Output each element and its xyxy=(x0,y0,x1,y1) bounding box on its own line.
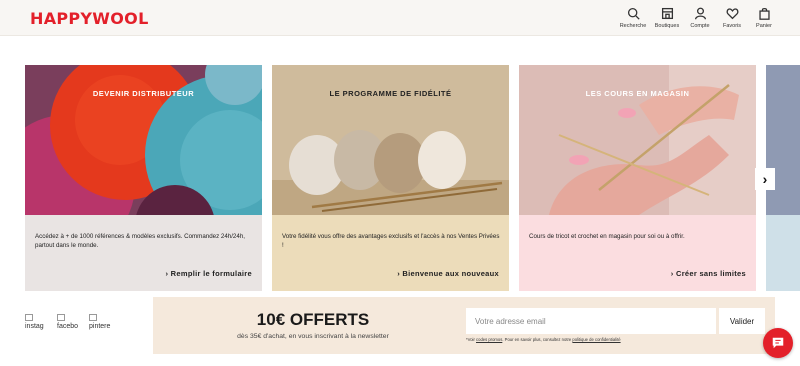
card-description: Cours de tricot et crochet en magasin po… xyxy=(529,233,685,240)
broken-image-icon xyxy=(57,314,65,321)
site-header: HAPPYWOOL Recherche Boutiques Compte Fav… xyxy=(0,0,800,36)
carousel-next-button[interactable]: › xyxy=(755,168,775,190)
card-distributor[interactable]: DEVENIR DISTRIBUTEUR Accédez à + de 1000… xyxy=(25,65,262,291)
facebook-link[interactable]: facebo xyxy=(57,314,81,331)
nav-stores[interactable]: Boutiques xyxy=(650,7,684,29)
social-alt-text: pintere xyxy=(89,323,111,330)
classes-image: LES COURS EN MAGASIN xyxy=(519,65,756,215)
card-body: Votre fidélité vous offre des avantages … xyxy=(272,215,509,291)
card-body: Accédez à + de 1000 références & modèles… xyxy=(25,215,262,291)
nav-favorites[interactable]: Favoris xyxy=(716,7,748,29)
pinterest-link[interactable]: pintere xyxy=(89,314,113,331)
card-loyalty[interactable]: LE PROGRAMME DE FIDÉLITÉ Votre fidélité … xyxy=(272,65,509,291)
card-cta-link[interactable]: › Créer sans limites xyxy=(671,269,746,278)
broken-image-icon xyxy=(89,314,97,321)
heart-icon xyxy=(726,8,738,20)
legal-middle: . Pour en savoir plus, consultez notre xyxy=(502,337,573,342)
nav-cart[interactable]: Panier xyxy=(748,7,780,29)
instagram-link[interactable]: instag xyxy=(25,314,49,331)
social-alt-text: facebo xyxy=(57,323,79,330)
nav-search[interactable]: Recherche xyxy=(616,7,650,29)
card-body: Cours de tricot et crochet en magasin po… xyxy=(519,215,756,291)
card-classes[interactable]: LES COURS EN MAGASIN Cours de tricot et … xyxy=(519,65,756,291)
nav-label: Panier xyxy=(756,23,772,29)
newsletter-banner: 10€ OFFERTS dès 35€ d'achat, en vous ins… xyxy=(153,297,775,354)
search-icon xyxy=(627,7,640,20)
newsletter-legal: *Voir codes promos. Pour en savoir plus,… xyxy=(466,337,766,342)
submit-button[interactable]: Valider xyxy=(719,308,765,334)
card-title: LES COURS EN MAGASIN xyxy=(585,89,690,98)
wool-balls-illustration xyxy=(272,65,509,215)
social-links: instag facebo pintere xyxy=(25,314,113,331)
nav-account[interactable]: Compte xyxy=(684,7,716,29)
card-description: Accédez à + de 1000 références & modèles… xyxy=(35,233,245,249)
card-title: LE PROGRAMME DE FIDÉLITÉ xyxy=(329,89,452,98)
loyalty-image: LE PROGRAMME DE FIDÉLITÉ xyxy=(272,65,509,215)
card-description: Votre fidélité vous offre des avantages … xyxy=(282,233,500,249)
nav-label: Boutiques xyxy=(654,23,680,29)
partial-card-image xyxy=(766,65,800,215)
store-icon xyxy=(661,7,673,20)
card-body xyxy=(766,215,800,291)
nav-label: Recherche xyxy=(619,23,647,29)
yarn-image: DEVENIR DISTRIBUTEUR xyxy=(25,65,262,215)
logo[interactable]: HAPPYWOOL xyxy=(30,9,149,28)
chat-icon xyxy=(772,337,784,349)
services-carousel: DEVENIR DISTRIBUTEUR Accédez à + de 1000… xyxy=(25,65,800,291)
newsletter-subtitle: dès 35€ d'achat, en vous inscrivant à la… xyxy=(237,333,389,340)
email-field[interactable]: Votre adresse email xyxy=(466,308,716,334)
yarn-balls-illustration xyxy=(25,65,262,215)
chevron-right-icon: › xyxy=(762,171,768,187)
social-alt-text: instag xyxy=(25,323,44,330)
card-cta-link[interactable]: › Bienvenue aux nouveaux xyxy=(397,269,499,278)
newsletter-title: 10€ OFFERTS xyxy=(256,310,370,329)
privacy-policy-link[interactable]: politique de confidentialité xyxy=(572,337,620,342)
nav-label: Favoris xyxy=(722,23,742,29)
card-title: DEVENIR DISTRIBUTEUR xyxy=(92,89,195,98)
promo-codes-link[interactable]: codes promos xyxy=(476,337,502,342)
header-nav: Recherche Boutiques Compte Favoris Panie… xyxy=(616,7,780,29)
user-icon xyxy=(694,7,706,20)
knitting-hands-illustration xyxy=(519,65,756,215)
card-cta-link[interactable]: › Remplir le formulaire xyxy=(165,269,252,278)
nav-label: Compte xyxy=(690,23,710,29)
chat-button[interactable] xyxy=(763,328,793,358)
broken-image-icon xyxy=(25,314,33,321)
bag-icon xyxy=(758,7,770,20)
legal-prefix: *Voir xyxy=(466,337,477,342)
